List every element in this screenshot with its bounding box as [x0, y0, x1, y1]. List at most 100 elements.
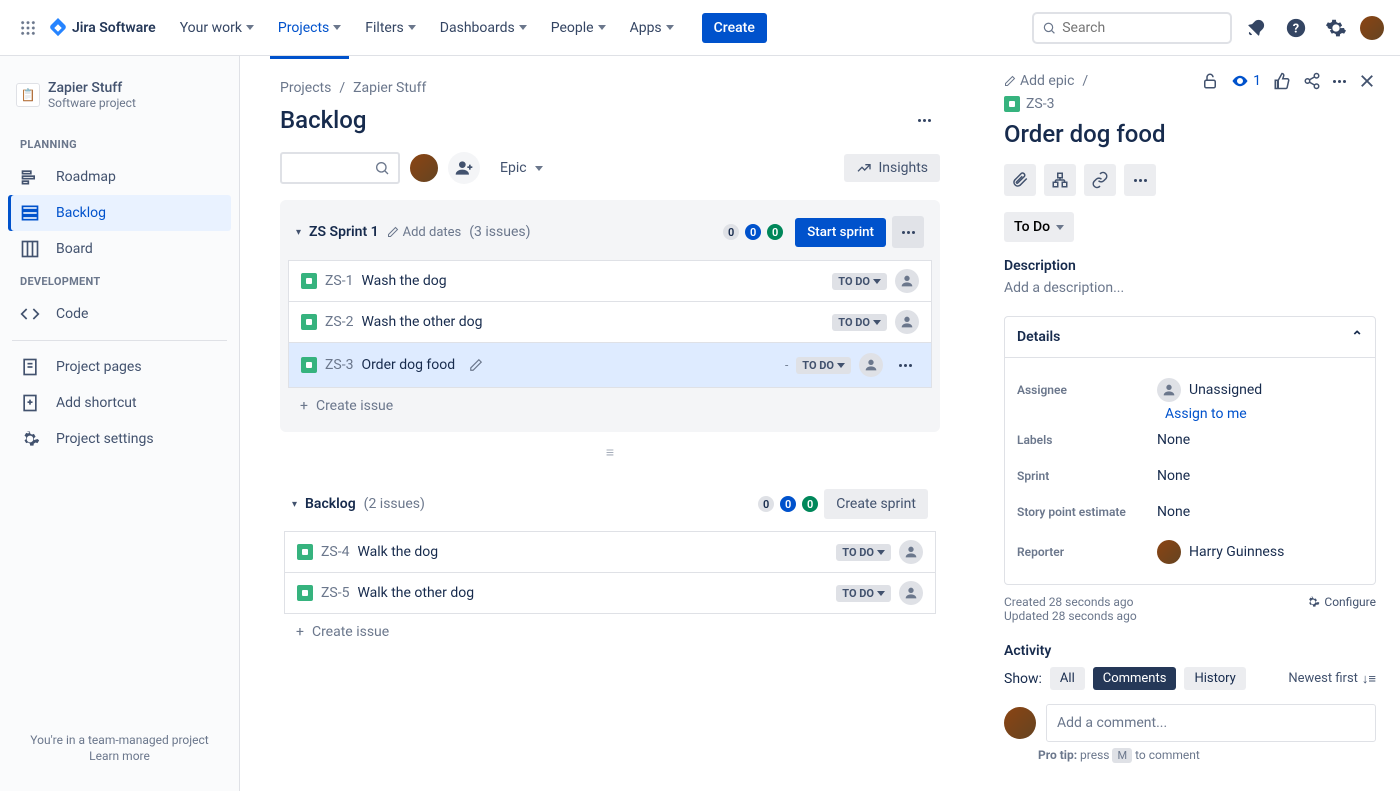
user-filter-avatar[interactable]	[408, 152, 440, 184]
issue-row[interactable]: ZS-4Walk the dogTO DO	[284, 531, 936, 573]
issue-key[interactable]: ZS-3	[1026, 96, 1054, 112]
chevron-down-icon	[1056, 225, 1064, 230]
notifications-icon[interactable]	[1240, 12, 1272, 44]
like-icon[interactable]	[1273, 72, 1291, 90]
nav-projects[interactable]: Projects	[270, 14, 349, 42]
search-input[interactable]	[1062, 20, 1222, 36]
storypoints-label: Story point estimate	[1017, 505, 1157, 519]
pencil-icon[interactable]	[469, 358, 483, 372]
collapse-backlog[interactable]: ▾	[292, 499, 297, 510]
jira-icon	[48, 18, 68, 38]
sidebar-shortcut[interactable]: Add shortcut	[8, 385, 231, 421]
create-issue-backlog[interactable]: +Create issue	[280, 614, 940, 650]
sidebar-code[interactable]: Code	[8, 296, 231, 332]
insights-button[interactable]: Insights	[844, 154, 940, 182]
child-issue-button[interactable]	[1044, 164, 1076, 196]
nav-dashboards[interactable]: Dashboards	[432, 14, 535, 42]
close-panel[interactable]	[1358, 72, 1376, 90]
assign-to-me[interactable]: Assign to me	[1165, 406, 1363, 422]
tab-all[interactable]: All	[1050, 667, 1085, 690]
product-logo[interactable]: Jira Software	[48, 18, 156, 38]
issue-summary: Wash the dog	[361, 273, 446, 289]
issue-row[interactable]: ZS-2Wash the other dogTO DO	[288, 301, 932, 343]
create-button[interactable]: Create	[702, 13, 767, 43]
todo-badge: 0	[758, 496, 774, 512]
assignee-avatar[interactable]	[895, 310, 919, 334]
issue-row[interactable]: ZS-5Walk the other dogTO DO	[284, 572, 936, 614]
epic-filter[interactable]: Epic	[488, 154, 555, 182]
sidebar-board[interactable]: Board	[8, 231, 231, 267]
sidebar-roadmap[interactable]: Roadmap	[8, 159, 231, 195]
sidebar-pages[interactable]: Project pages	[8, 349, 231, 385]
storypoints-value[interactable]: None	[1157, 504, 1190, 520]
sprint-value[interactable]: None	[1157, 468, 1190, 484]
assignee-avatar[interactable]	[899, 540, 923, 564]
add-dates-button[interactable]: Add dates	[387, 225, 462, 240]
project-header[interactable]: 📋 Zapier Stuff Software project	[8, 76, 231, 114]
split-handle[interactable]: ≡	[280, 432, 940, 473]
sidebar-backlog[interactable]: Backlog	[8, 195, 231, 231]
issue-key: ZS-3	[325, 357, 353, 373]
learn-more-link[interactable]: Learn more	[16, 749, 223, 763]
create-sprint-button[interactable]: Create sprint	[824, 489, 928, 519]
sprint-issue-count: (3 issues)	[469, 224, 530, 240]
details-toggle[interactable]: Details⌃	[1005, 317, 1375, 358]
assignee-avatar[interactable]	[895, 269, 919, 293]
breadcrumb-projects[interactable]: Projects	[280, 80, 331, 96]
link-button[interactable]	[1084, 164, 1116, 196]
nav-apps[interactable]: Apps	[622, 14, 682, 42]
status-dropdown[interactable]: To Do	[1004, 212, 1074, 242]
watch-button[interactable]: 1	[1231, 72, 1261, 90]
nav-people[interactable]: People	[543, 14, 614, 42]
status-dropdown[interactable]: TO DO	[832, 273, 887, 290]
start-sprint-button[interactable]: Start sprint	[795, 218, 886, 247]
issue-row[interactable]: ZS-3Order dog food-TO DO	[288, 342, 932, 388]
description-heading: Description	[1004, 258, 1376, 274]
more-actions[interactable]	[1333, 80, 1346, 83]
issue-row[interactable]: ZS-1Wash the dogTO DO	[288, 260, 932, 302]
sort-newest[interactable]: Newest first ↓≡	[1288, 671, 1376, 687]
help-icon[interactable]: ?	[1280, 12, 1312, 44]
app-switcher-icon[interactable]	[16, 16, 40, 40]
comment-input[interactable]: Add a comment...	[1046, 704, 1376, 742]
page-actions-menu[interactable]	[908, 104, 940, 136]
backlog-panel: ▾ Backlog (2 issues) 0 0 0 Create sprint…	[280, 481, 940, 650]
link-icon	[1091, 171, 1109, 189]
backlog-icon	[20, 203, 40, 223]
issue-actions[interactable]	[891, 351, 919, 379]
done-badge: 0	[802, 496, 818, 512]
breadcrumb-project[interactable]: Zapier Stuff	[353, 80, 426, 96]
tab-history[interactable]: History	[1184, 667, 1245, 690]
status-dropdown[interactable]: TO DO	[836, 585, 891, 602]
assignee-avatar[interactable]	[859, 353, 883, 377]
backlog-search[interactable]	[280, 152, 400, 184]
add-people-button[interactable]	[448, 152, 480, 184]
assignee-avatar[interactable]	[899, 581, 923, 605]
labels-value[interactable]: None	[1157, 432, 1190, 448]
sprint-actions-menu[interactable]	[892, 216, 924, 248]
assignee-value[interactable]: Unassigned	[1157, 378, 1262, 402]
story-icon	[301, 357, 317, 373]
nav-filters[interactable]: Filters	[357, 14, 424, 42]
lock-icon[interactable]	[1201, 72, 1219, 90]
description-field[interactable]: Add a description...	[1004, 280, 1376, 296]
add-epic-button[interactable]: Add epic	[1004, 73, 1074, 89]
create-issue-sprint[interactable]: +Create issue	[284, 388, 936, 424]
hierarchy-icon	[1051, 171, 1069, 189]
tab-comments[interactable]: Comments	[1093, 667, 1177, 690]
profile-avatar[interactable]	[1360, 16, 1384, 40]
share-icon[interactable]	[1303, 72, 1321, 90]
settings-icon[interactable]	[1320, 12, 1352, 44]
more-actions-button[interactable]	[1124, 164, 1156, 196]
reporter-value[interactable]: Harry Guinness	[1157, 540, 1284, 564]
sidebar-settings[interactable]: Project settings	[8, 421, 231, 457]
status-dropdown[interactable]: TO DO	[796, 357, 851, 374]
configure-button[interactable]: Configure	[1306, 595, 1376, 609]
status-dropdown[interactable]: TO DO	[832, 314, 887, 331]
global-search[interactable]	[1032, 12, 1232, 44]
collapse-sprint[interactable]: ▾	[296, 227, 301, 238]
nav-your-work[interactable]: Your work	[172, 14, 262, 42]
issue-title[interactable]: Order dog food	[1004, 120, 1376, 148]
status-dropdown[interactable]: TO DO	[836, 544, 891, 561]
attach-button[interactable]	[1004, 164, 1036, 196]
